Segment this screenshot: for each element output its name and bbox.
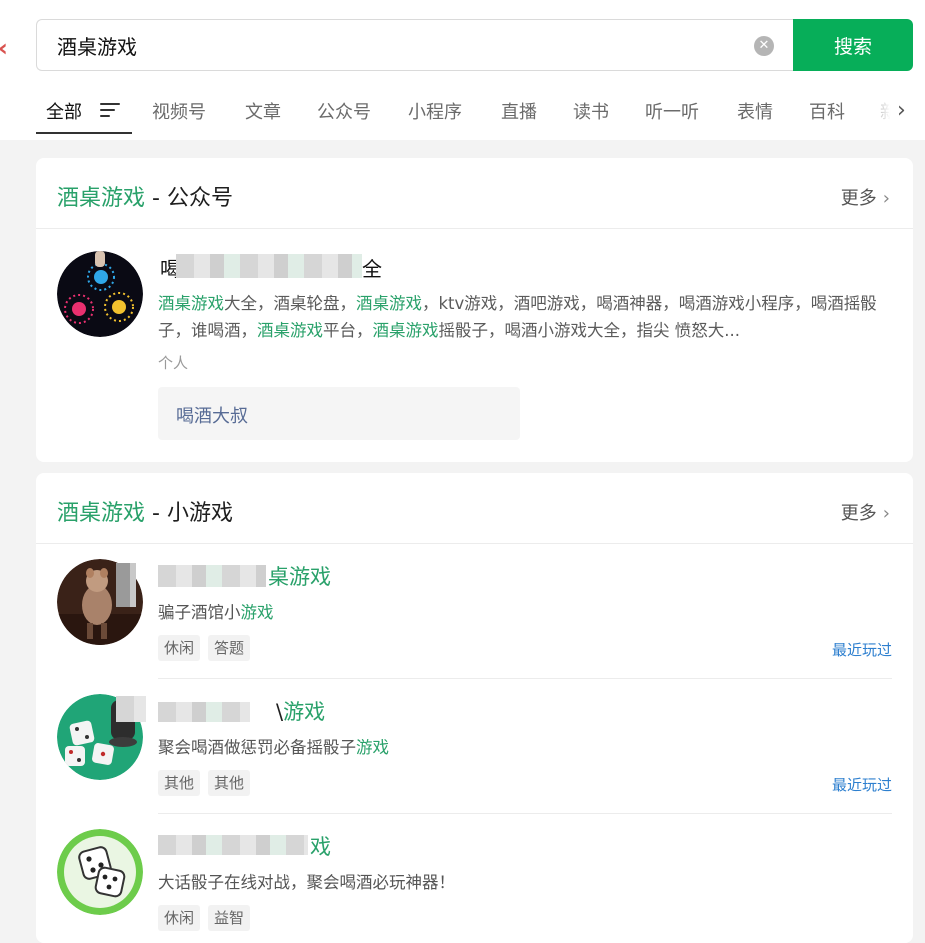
search-header: ‹ ✕ 搜索 全部 视频号 文章 公众号 小程序 直播 读书 听一听 表情 百科…	[0, 0, 925, 140]
divider	[158, 813, 892, 814]
game-tag: 其他	[158, 770, 201, 796]
highlighted-keyword: 酒桌游戏	[257, 321, 323, 340]
tab-official-accounts[interactable]: 公众号	[317, 98, 371, 124]
game-icon	[57, 829, 143, 915]
account-avatar[interactable]	[57, 251, 143, 337]
tab-live[interactable]: 直播	[501, 98, 537, 124]
description-text: 摇骰子，喝酒小游戏大全，指尖 愤怒大...	[438, 321, 740, 340]
description-text: 大全，酒桌轮盘，	[224, 294, 356, 313]
category-tabs: 全部 视频号 文章 公众号 小程序 直播 读书 听一听 表情 百科 新 ›	[0, 90, 925, 136]
highlighted-keyword: 酒桌游戏	[356, 294, 422, 313]
chevron-right-icon: ›	[882, 188, 890, 209]
blurred-account-name	[176, 254, 362, 278]
tabs-fade	[862, 90, 925, 136]
game-tag: 答题	[208, 635, 251, 661]
filter-icon[interactable]	[100, 100, 120, 118]
game-description: 骗子酒馆小游戏	[158, 603, 274, 622]
recently-played-label: 最近玩过	[831, 641, 892, 659]
card-header: 酒桌游戏 - 公众号 更多 ›	[36, 158, 913, 229]
clear-icon[interactable]: ✕	[754, 36, 774, 56]
game-tag: 益智	[208, 905, 251, 931]
account-name-end: 全	[362, 257, 382, 281]
highlighted-keyword: 酒桌游戏	[158, 294, 224, 313]
section-title: 酒桌游戏 - 小游戏	[57, 501, 233, 526]
account-description: 酒桌游戏大全，酒桌轮盘，酒桌游戏，ktv游戏，酒吧游戏，喝酒神器，喝酒游戏小程序…	[158, 290, 893, 344]
blurred-area	[116, 563, 136, 607]
tab-articles[interactable]: 文章	[245, 98, 281, 124]
game-title: 桌游戏	[268, 565, 331, 589]
search-button[interactable]: 搜索	[793, 19, 913, 71]
list-item[interactable]: 戏 大话骰子在线对战，聚会喝酒必玩神器！ 休闲 益智	[36, 829, 913, 939]
chevron-right-icon[interactable]: ›	[897, 98, 906, 123]
tab-books[interactable]: 读书	[573, 98, 609, 124]
tab-mini-programs[interactable]: 小程序	[408, 98, 462, 124]
tab-channels[interactable]: 视频号	[152, 98, 206, 124]
tab-stickers[interactable]: 表情	[737, 98, 773, 124]
section-title: 酒桌游戏 - 公众号	[57, 186, 233, 211]
game-tag: 休闲	[158, 905, 201, 931]
blurred-game-title	[158, 565, 266, 587]
blurred-game-title	[158, 835, 308, 855]
tab-encyclopedia[interactable]: 百科	[809, 98, 845, 124]
game-description: 聚会喝酒做惩罚必备摇骰子游戏	[158, 738, 389, 757]
chevron-right-icon: ›	[882, 503, 890, 524]
tab-all[interactable]: 全部	[46, 98, 82, 124]
active-tab-underline	[36, 132, 132, 134]
game-title: 戏	[310, 835, 331, 859]
card-header: 酒桌游戏 - 小游戏 更多 ›	[36, 473, 913, 544]
search-box[interactable]: ✕	[36, 19, 826, 71]
more-link[interactable]: 更多 ›	[841, 184, 890, 210]
game-title: \游戏	[276, 700, 326, 724]
divider	[158, 678, 892, 679]
search-input[interactable]	[57, 30, 737, 60]
game-tag: 休闲	[158, 635, 201, 661]
list-item[interactable]: 桌游戏 骗子酒馆小游戏 休闲 答题 最近玩过	[36, 559, 913, 669]
recently-played-label: 最近玩过	[831, 776, 892, 794]
mini-games-card: 酒桌游戏 - 小游戏 更多 › 桌游戏 骗子酒馆小游戏 休闲 答题 最近玩过 \…	[36, 473, 913, 943]
game-description: 大话骰子在线对战，聚会喝酒必玩神器！	[158, 873, 455, 892]
list-item[interactable]: \游戏 聚会喝酒做惩罚必备摇骰子游戏 其他 其他 最近玩过	[36, 694, 913, 804]
blurred-game-title	[158, 702, 250, 722]
annotation-arrow-icon: ‹	[0, 34, 8, 62]
highlighted-keyword: 酒桌游戏	[372, 321, 439, 340]
blurred-area	[116, 696, 146, 722]
related-account-label: 喝酒大叔	[176, 406, 248, 427]
game-tag: 其他	[208, 770, 251, 796]
related-account-chip[interactable]: 喝酒大叔	[158, 387, 520, 440]
tab-listen[interactable]: 听一听	[645, 98, 699, 124]
description-text: 平台，	[323, 321, 373, 340]
more-link[interactable]: 更多 ›	[841, 499, 890, 525]
account-type: 个人	[158, 354, 189, 372]
